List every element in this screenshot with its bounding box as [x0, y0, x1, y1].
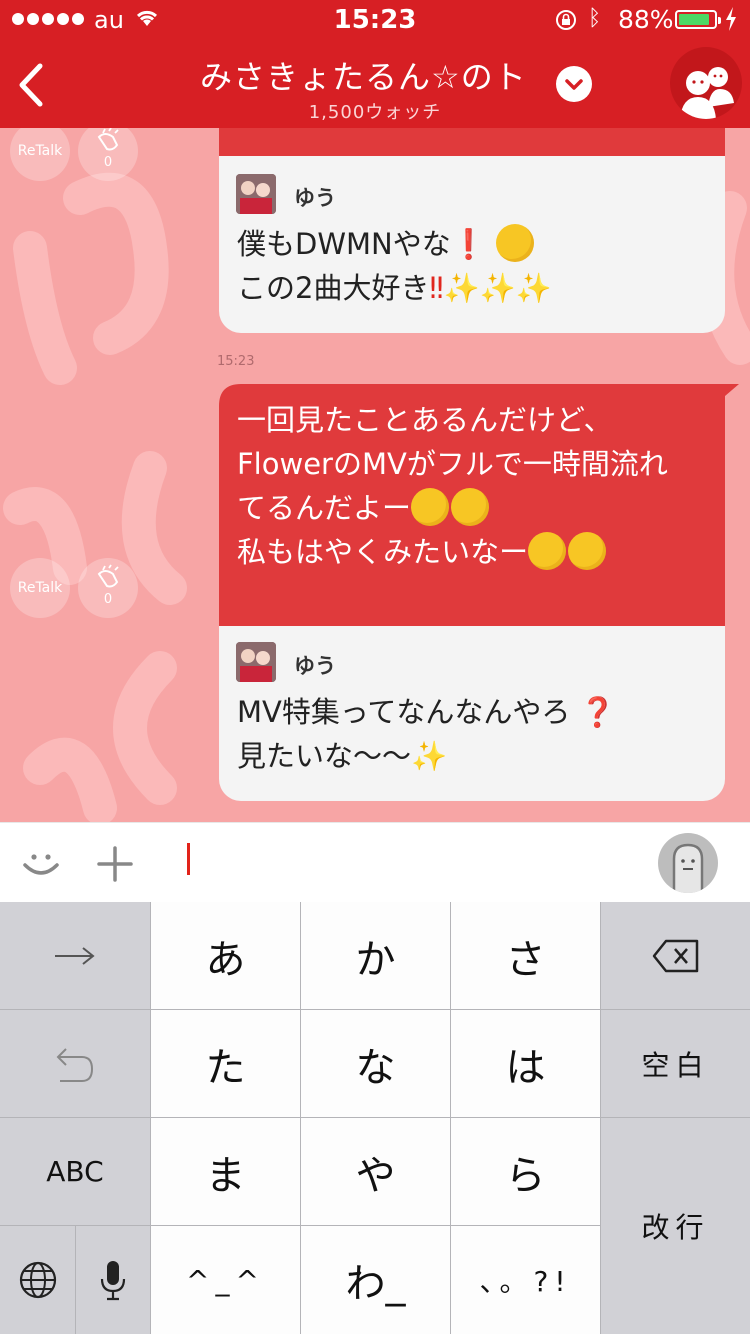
- header: au 15:23 ᛒ 88% みさきょたるん☆のト 1,500ウォッチ: [0, 0, 750, 128]
- message-timestamp: 15:23: [217, 354, 255, 369]
- globe-icon: [19, 1261, 56, 1299]
- space-key[interactable]: 空白: [601, 1010, 750, 1117]
- quoted-message[interactable]: ゆう MV特集ってなんなんやろ ❓ 見たいな〜〜✨: [219, 626, 725, 801]
- clap-icon: [97, 128, 119, 151]
- user-avatar[interactable]: [236, 642, 276, 682]
- clap-count: 0: [103, 592, 113, 607]
- watch-count: 1,500ウォッチ: [308, 102, 442, 123]
- user-avatar[interactable]: [236, 174, 276, 214]
- my-avatar-button[interactable]: [658, 833, 718, 893]
- grin-emoji-icon: [496, 224, 535, 262]
- key-ma[interactable]: ま: [151, 1118, 300, 1225]
- backspace-icon: [652, 939, 698, 972]
- plus-icon[interactable]: [96, 845, 134, 883]
- quoted-text-line: 僕もDWMNやな❗: [237, 222, 707, 266]
- key-wa[interactable]: わ_: [301, 1226, 450, 1334]
- laughing-emoji-icon: [451, 488, 490, 526]
- undo-icon: [56, 1047, 94, 1082]
- message-input-bar: [0, 822, 750, 902]
- chevron-down-icon: [565, 79, 583, 90]
- chat-timeline[interactable]: ゆう 僕もDWMNやな❗ この2曲大好き‼✨✨✨ ReTalk 0 15:23 …: [0, 128, 750, 822]
- dictation-key[interactable]: [76, 1226, 150, 1334]
- quoted-username: ゆう: [294, 654, 336, 678]
- bluetooth-icon: ᛒ: [588, 6, 602, 31]
- post-text-line: てるんだよー: [237, 486, 707, 530]
- people-icon: [680, 67, 734, 119]
- key-ra[interactable]: ら: [451, 1118, 600, 1225]
- clap-button[interactable]: 0: [78, 558, 138, 618]
- microphone-icon: [100, 1261, 126, 1301]
- key-punctuation[interactable]: 、。?!: [451, 1226, 600, 1334]
- post-text-line: FlowerのMVがフルで一時間流れ: [237, 447, 668, 481]
- quoted-text-line: この2曲大好き‼✨✨✨: [237, 271, 552, 305]
- page-title[interactable]: みさきょたるん☆のト: [200, 52, 550, 92]
- clap-count: 0: [103, 155, 113, 170]
- emoji-icon[interactable]: [20, 841, 62, 883]
- key-face[interactable]: ^_^: [151, 1226, 300, 1334]
- laughing-emoji-icon: [411, 488, 450, 526]
- heart-eyes-emoji-icon: [568, 532, 607, 570]
- key-ta[interactable]: た: [151, 1010, 300, 1117]
- quoted-text-line: 見たいな〜〜✨: [237, 739, 448, 773]
- next-candidate-key[interactable]: [0, 902, 150, 1009]
- undo-key[interactable]: [0, 1010, 150, 1117]
- key-a[interactable]: あ: [151, 902, 300, 1009]
- key-ka[interactable]: か: [301, 902, 450, 1009]
- post-bubble-top: [219, 128, 725, 156]
- battery-icon: [675, 10, 721, 29]
- key-ya[interactable]: や: [301, 1118, 450, 1225]
- quoted-text-line: MV特集ってなんなんやろ ❓: [237, 695, 616, 729]
- return-key[interactable]: 改行: [601, 1118, 750, 1334]
- battery-fill: [679, 14, 709, 25]
- retalk-button[interactable]: ReTalk: [10, 558, 70, 618]
- message-input[interactable]: [187, 843, 190, 875]
- post-text-line: 私もはやくみたいなー: [237, 530, 707, 574]
- key-na[interactable]: な: [301, 1010, 450, 1117]
- abc-key[interactable]: ABC: [0, 1118, 150, 1225]
- post-text: 一回見たことあるんだけど、 FlowerのMVがフルで一時間流れ てるんだよー …: [237, 398, 707, 574]
- globe-key[interactable]: [0, 1226, 75, 1334]
- person-icon: [672, 843, 704, 893]
- heart-eyes-emoji-icon: [528, 532, 567, 570]
- key-ha[interactable]: は: [451, 1010, 600, 1117]
- quoted-username: ゆう: [294, 186, 336, 210]
- clap-icon: [97, 564, 119, 588]
- delete-key[interactable]: [601, 902, 750, 1009]
- key-sa[interactable]: さ: [451, 902, 600, 1009]
- quoted-message[interactable]: ゆう 僕もDWMNやな❗ この2曲大好き‼✨✨✨: [219, 156, 725, 333]
- japanese-keyboard: あ か さ た な は 空白 ABC ま や ら 改行 ^_^ わ_ 、。?!: [0, 902, 750, 1334]
- charging-bolt-icon: [726, 7, 736, 31]
- talk-members-avatar[interactable]: [670, 47, 742, 119]
- battery-percent: 88%: [618, 5, 674, 34]
- title-dropdown-button[interactable]: [556, 66, 592, 102]
- status-bar: au 15:23 ᛒ 88%: [0, 0, 750, 40]
- arrow-right-icon: [55, 946, 95, 965]
- rotation-lock-icon: [556, 10, 576, 30]
- post-text-line: 一回見たことあるんだけど、: [237, 403, 613, 437]
